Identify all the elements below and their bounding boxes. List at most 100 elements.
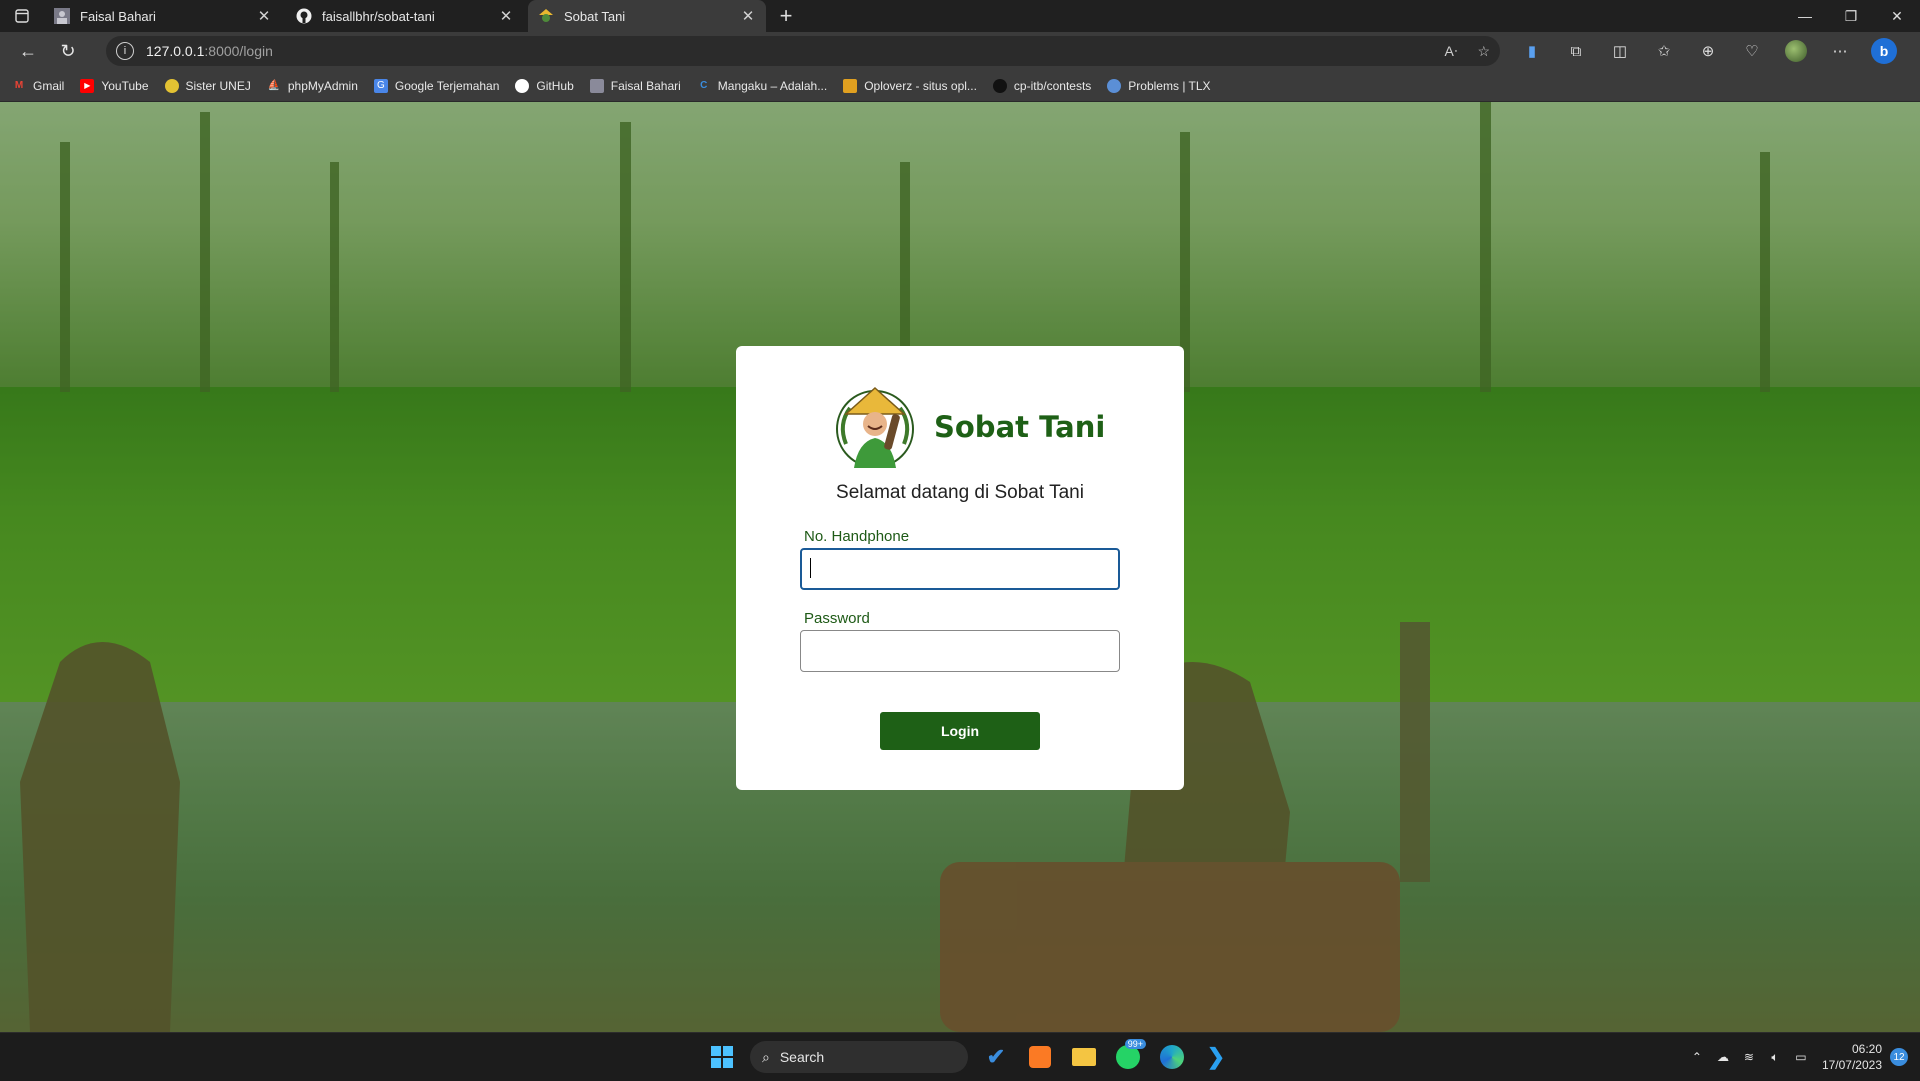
taskbar-file-explorer[interactable] [1062,1033,1106,1081]
heart-pulse-icon: ♡ [1745,43,1759,60]
favorite-star-icon[interactable]: ☆ [1477,43,1490,60]
bookmark-sister-unej[interactable]: Sister UNEJ [164,78,251,93]
mangaku-icon: C [700,80,708,91]
login-card: Sobat Tani Selamat datang di Sobat Tani … [736,346,1184,790]
read-aloud-icon[interactable]: Aᐧ [1445,43,1458,60]
collections-button[interactable]: ⊕ [1686,32,1730,70]
phone-input[interactable] [800,548,1120,590]
minimize-button[interactable]: — [1782,0,1828,32]
search-icon: ⌕ [762,1048,770,1065]
restore-button[interactable]: ❐ [1828,0,1874,32]
tab-actions-button[interactable] [0,0,44,32]
puzzle-icon: ⧉ [1570,42,1582,60]
close-icon[interactable]: ✕ [740,7,756,25]
close-icon[interactable]: ✕ [256,7,272,25]
brand-name: Sobat Tani [934,410,1106,444]
tab-github-repo[interactable]: faisallbhr/sobat-tani ✕ [286,0,524,32]
profile-button[interactable] [1774,32,1818,70]
close-icon[interactable]: ✕ [498,7,514,25]
favorites-icon: ✩ [1657,43,1671,60]
taskbar-todo[interactable]: ✔ [974,1033,1018,1081]
url-host: 127.0.0.1 [146,43,205,59]
unej-icon [164,78,179,93]
checkmark-icon: ✔ [986,1044,1006,1069]
volume-icon[interactable]: 🔈︎ [1762,1050,1788,1065]
bookmark-github[interactable]: GitHub [515,78,574,93]
password-label: Password [804,610,870,627]
split-screen-icon: ◫ [1612,43,1628,60]
bookmark-label: YouTube [101,78,149,93]
avatar [1785,40,1807,62]
clock[interactable]: 06:20 17/07/2023 [1822,1041,1882,1073]
chevron-up-icon[interactable]: ⌃ [1684,1050,1710,1064]
collections-icon: ⊕ [1701,43,1715,60]
close-window-button[interactable]: ✕ [1874,0,1920,32]
bing-icon: b [1871,38,1897,64]
bookmark-tlx[interactable]: Problems | TLX [1107,78,1211,93]
clock-time: 06:20 [1851,1042,1882,1056]
new-tab-button[interactable]: + [770,0,802,32]
extension-blue-icon: ▮ [1527,43,1537,60]
bookmark-gmail[interactable]: M Gmail [12,78,65,93]
login-button[interactable]: Login [880,712,1040,750]
settings-more-button[interactable]: ⋯ [1818,32,1862,70]
favorites-button[interactable]: ✩ [1642,32,1686,70]
tab-title: Faisal Bahari [80,8,156,24]
tab-title: Sobat Tani [564,8,626,24]
bookmark-label: Sister UNEJ [185,78,251,93]
profile-icon [589,78,604,93]
bookmark-label: Gmail [33,78,65,93]
minimize-icon: — [1798,8,1812,24]
close-icon: ✕ [1891,7,1903,24]
back-button[interactable]: ← [8,35,48,67]
taskbar-edge[interactable] [1150,1033,1194,1081]
windows-icon [711,1046,733,1068]
address-bar[interactable]: i 127.0.0.1:8000/login Aᐧ ☆ [106,36,1500,66]
notification-badge[interactable]: 12 [1890,1048,1908,1066]
phone-label: No. Handphone [804,528,910,545]
brand: Sobat Tani [832,384,1105,470]
xampp-icon [1029,1046,1051,1068]
onedrive-icon[interactable]: ☁ [1710,1050,1736,1064]
site-info-icon[interactable]: i [116,42,134,60]
whatsapp-badge: 99+ [1124,1039,1146,1049]
phone-field-wrapper [736,548,1184,590]
tab-sobat-tani[interactable]: Sobat Tani ✕ [528,0,766,32]
bookmark-google-terjemahan[interactable]: G Google Terjemahan [373,78,499,93]
bookmark-oploverz[interactable]: Oploverz - situs opl... [843,78,977,93]
translate-icon: G [373,78,388,93]
battery-icon[interactable]: ▭ [1788,1050,1814,1064]
refresh-icon: ↻ [60,40,76,61]
youtube-icon: ▶ [80,78,95,93]
wifi-icon[interactable]: ≋ [1736,1050,1762,1064]
more-icon: ⋯ [1832,43,1848,60]
extensions-button[interactable]: ⧉ [1554,32,1598,70]
taskbar-vscode[interactable]: ❯ [1194,1033,1238,1081]
browser-toolbar: ← ↻ i 127.0.0.1:8000/login Aᐧ ☆ ▮ ⧉ ◫ ✩ … [0,32,1920,70]
refresh-button[interactable]: ↻ [48,35,88,67]
bookmark-mangaku[interactable]: C Mangaku – Adalah... [697,79,827,93]
bookmark-youtube[interactable]: ▶ YouTube [80,78,149,93]
taskbar-apps: ⌕ Search ✔ 99+ ❯ [700,1033,1238,1081]
taskbar-whatsapp[interactable]: 99+ [1106,1033,1150,1081]
oploverz-icon [843,78,858,93]
plus-icon: + [779,3,793,28]
copilot-button[interactable]: b [1862,32,1906,70]
extension-button[interactable]: ▮ [1510,32,1554,70]
search-placeholder: Search [779,1049,825,1065]
bookmark-label: phpMyAdmin [287,78,358,93]
bookmark-phpmyadmin[interactable]: ⛵ phpMyAdmin [267,79,358,93]
github-icon [515,78,530,93]
password-input[interactable] [800,630,1120,672]
bookmark-cp-itb[interactable]: cp-itb/contests [992,78,1091,93]
split-screen-button[interactable]: ◫ [1598,32,1642,70]
phpmyadmin-icon: ⛵ [267,80,281,91]
tab-faisal-bahari[interactable]: Faisal Bahari ✕ [44,0,282,32]
taskbar-search[interactable]: ⌕ Search [750,1041,968,1073]
taskbar-xampp[interactable] [1018,1033,1062,1081]
browser-essentials-button[interactable]: ♡ [1730,32,1774,70]
bookmark-faisal-bahari[interactable]: Faisal Bahari [589,78,681,93]
clock-date: 17/07/2023 [1821,1058,1882,1072]
edge-icon [1160,1045,1184,1069]
start-button[interactable] [700,1033,744,1081]
